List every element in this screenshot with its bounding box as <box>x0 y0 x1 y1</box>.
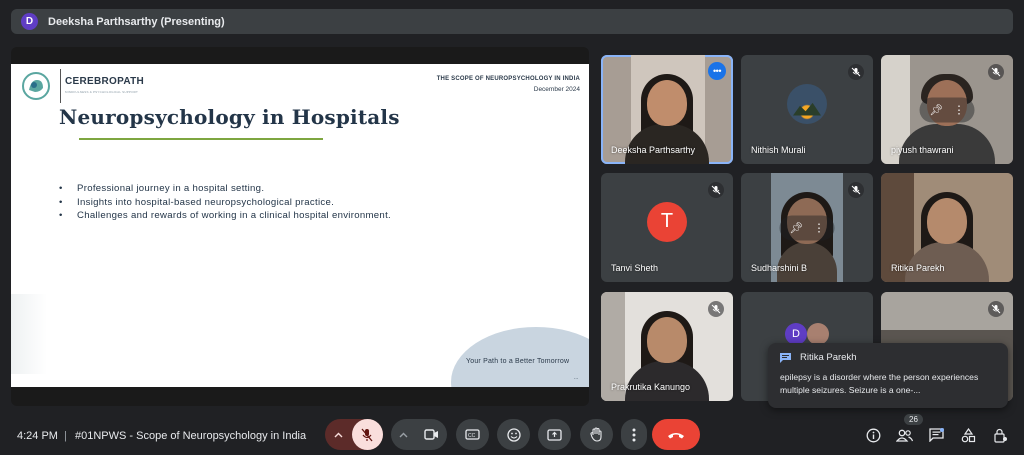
meeting-toolbar: 4:24 PM | #01NPWS - Scope of Neuropsycho… <box>0 414 1024 455</box>
participant-avatar: T <box>647 201 687 242</box>
meeting-details-button[interactable] <box>863 426 883 444</box>
captions-icon: CC <box>465 429 480 440</box>
slide-decoration <box>11 294 47 374</box>
more-options-icon[interactable]: ••• <box>708 62 726 80</box>
lock-person-icon <box>993 428 1007 443</box>
mic-off-button[interactable] <box>351 419 383 450</box>
toolbar-separator: | <box>64 430 67 442</box>
chat-message: epilepsy is a disorder where the person … <box>780 372 979 395</box>
raise-hand-icon <box>590 427 602 442</box>
mic-off-icon <box>708 301 724 317</box>
profile-picture <box>787 83 827 124</box>
people-icon <box>895 429 913 442</box>
mic-off-icon <box>708 182 724 198</box>
participant-name: Ritika Parekh <box>891 263 945 273</box>
slide-header-date: December 2024 <box>533 86 580 93</box>
participant-avatar-photo <box>807 323 829 345</box>
participant-tile-prakrutika[interactable]: Prakrutika Kanungo <box>601 292 733 401</box>
presentation-slide: CEREBROPATH MINDFULNESS & PSYCHOLOGICAL … <box>11 64 589 387</box>
mic-off-icon <box>988 64 1004 80</box>
slide-brand-sub: MINDFULNESS & PSYCHOLOGICAL SUPPORT <box>65 90 139 94</box>
slide-footer-shape <box>451 327 589 387</box>
cerebropath-logo <box>22 72 50 100</box>
tile-hover-controls: 📌︎ ⋮ <box>779 215 835 240</box>
slide-bullet: Challenges and rewards of working in a c… <box>57 209 391 223</box>
slide-bullet-list: Professional journey in a hospital setti… <box>57 182 391 223</box>
slide-header-title: THE SCOPE OF NEUROPSYCHOLOGY IN INDIA <box>436 76 580 82</box>
slide-title-underline <box>79 138 323 140</box>
chat-notification[interactable]: Ritika Parekh epilepsy is a disorder whe… <box>768 343 1008 408</box>
more-vert-icon <box>632 428 636 441</box>
mic-control-group <box>325 419 383 450</box>
clock: 4:24 PM <box>17 430 58 442</box>
end-call-icon <box>668 432 684 438</box>
presenter-bar: D Deeksha Parthsarthy (Presenting) <box>11 9 1013 34</box>
participant-name: piyush thawrani <box>891 145 954 155</box>
presenter-avatar: D <box>21 13 38 30</box>
captions-button[interactable]: CC <box>456 419 489 450</box>
raise-hand-button[interactable] <box>580 419 613 450</box>
presenter-label: Deeksha Parthsarthy (Presenting) <box>48 15 225 28</box>
slide-bullet: Professional journey in a hospital setti… <box>57 182 391 196</box>
shared-screen: CEREBROPATH MINDFULNESS & PSYCHOLOGICAL … <box>11 47 589 406</box>
slide-bullet: Insights into hospital-based neuropsycho… <box>57 196 391 210</box>
slide-footer-text: Your Path to a Better Tomorrow <box>466 358 570 365</box>
camera-button[interactable] <box>416 429 447 440</box>
participant-avatar: D <box>785 323 807 345</box>
host-controls-button[interactable] <box>990 426 1010 444</box>
participant-tile-sudharshini[interactable]: 📌︎ ⋮ Sudharshini B <box>741 173 873 282</box>
info-icon <box>866 428 880 442</box>
participant-tile-deeksha[interactable]: ••• Deeksha Parthsarthy <box>601 55 733 164</box>
mic-off-icon <box>361 428 373 441</box>
more-options-button[interactable] <box>621 419 647 450</box>
participant-tile-piyush[interactable]: 📌︎ ⋮ piyush thawrani <box>881 55 1013 164</box>
people-count-badge: 26 <box>904 414 923 425</box>
participant-name: Sudharshini B <box>751 263 808 273</box>
participant-name: Deeksha Parthsarthy <box>611 145 696 155</box>
camera-control-group <box>391 419 447 450</box>
mic-options-chevron-icon[interactable] <box>326 432 352 438</box>
participant-name: Tanvi Sheth <box>611 263 659 273</box>
participant-tile-ritika[interactable]: Ritika Parekh <box>881 173 1013 282</box>
activities-icon <box>961 427 975 442</box>
people-button[interactable] <box>894 426 914 444</box>
svg-text:CC: CC <box>468 433 476 439</box>
slide-footer-dots: ... <box>574 375 579 381</box>
present-screen-button[interactable] <box>538 419 571 450</box>
participant-name: Prakrutika Kanungo <box>611 382 691 392</box>
chat-sender: Ritika Parekh <box>800 352 857 363</box>
pin-icon[interactable]: 📌︎ <box>790 221 804 234</box>
pin-icon[interactable]: 📌︎ <box>930 103 944 116</box>
participant-tile-tanvi[interactable]: T Tanvi Sheth <box>601 173 733 282</box>
slide-title: Neuropsychology in Hospitals <box>59 105 400 129</box>
chat-icon <box>928 428 944 442</box>
more-vert-icon[interactable]: ⋮ <box>953 103 964 116</box>
more-vert-icon[interactable]: ⋮ <box>813 221 824 234</box>
emoji-reaction-button[interactable] <box>497 419 530 450</box>
camera-icon <box>423 429 438 440</box>
emoji-icon <box>506 427 521 442</box>
mic-off-icon <box>988 301 1004 317</box>
brand-divider <box>60 69 61 103</box>
activities-button[interactable] <box>958 426 978 444</box>
present-screen-icon <box>547 428 562 441</box>
meeting-title: #01NPWS - Scope of Neuropsychology in In… <box>75 430 307 442</box>
camera-options-chevron-icon[interactable] <box>392 432 416 438</box>
tile-hover-controls: 📌︎ ⋮ <box>919 97 975 122</box>
participant-tile-nithish[interactable]: Nithish Murali <box>741 55 873 164</box>
slide-brand: CEREBROPATH <box>65 76 145 87</box>
chat-bubble-icon <box>780 352 791 363</box>
mic-off-icon <box>848 64 864 80</box>
participant-name: Nithish Murali <box>751 145 806 155</box>
chat-button[interactable] <box>926 426 946 444</box>
leave-call-button[interactable] <box>652 419 700 450</box>
mic-off-icon <box>848 182 864 198</box>
